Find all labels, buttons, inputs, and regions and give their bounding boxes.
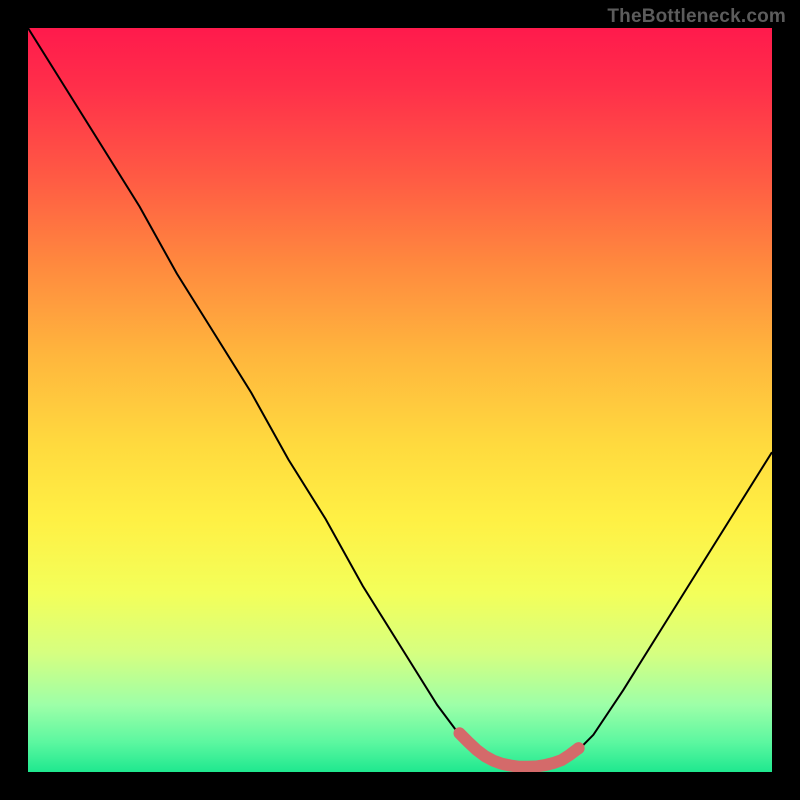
- highlight-svg: [28, 28, 772, 772]
- attribution-text: TheBottleneck.com: [607, 6, 786, 28]
- plot-area: [28, 28, 772, 772]
- highlight-end-dot: [573, 742, 585, 754]
- bottleneck-chart: TheBottleneck.com: [0, 0, 800, 800]
- highlight-range-path: [460, 733, 579, 767]
